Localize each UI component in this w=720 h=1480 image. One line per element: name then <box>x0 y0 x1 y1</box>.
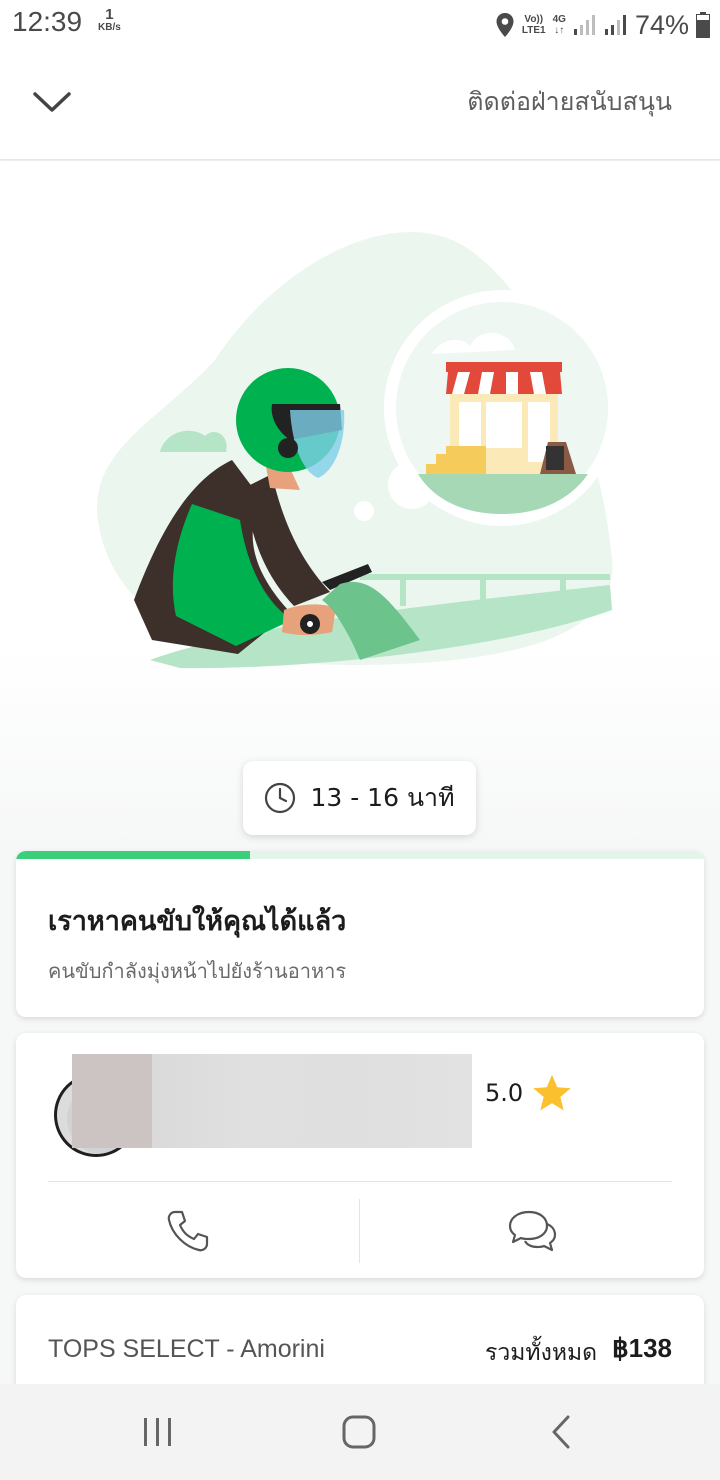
contact-support-link[interactable]: ติดต่อฝ่ายสนับสนุน <box>467 82 672 122</box>
volte-indicator: Vo)) LTE1 <box>522 14 546 36</box>
recent-apps-button[interactable] <box>128 1402 188 1462</box>
driver-info-redacted <box>72 1054 152 1148</box>
volte-top: Vo)) <box>524 14 544 25</box>
data-arrows-icon: ↓↑ <box>554 25 565 36</box>
driver-card: 5.0 <box>16 1033 704 1278</box>
driver-illustration <box>0 161 720 851</box>
clock-icon <box>265 782 296 814</box>
battery-level: 74% <box>634 9 689 40</box>
card-divider <box>48 1181 672 1182</box>
back-icon <box>552 1415 570 1449</box>
total-amount: ฿138 <box>612 1333 672 1363</box>
home-button[interactable] <box>329 1402 389 1462</box>
order-progress-track <box>16 851 704 859</box>
collapse-button[interactable] <box>26 76 78 128</box>
rating-value: 5.0 <box>485 1079 524 1107</box>
status-bar: 12:39 1 KB/s Vo)) LTE1 4G ↓↑ 74% <box>0 0 720 52</box>
volte-bottom: LTE1 <box>521 25 546 36</box>
network-speed-value: 1 <box>105 6 114 23</box>
battery-icon <box>696 12 710 38</box>
home-icon <box>342 1415 376 1449</box>
network-type: 4G ↓↑ <box>553 14 566 36</box>
network-speed-unit: KB/s <box>98 22 121 33</box>
order-progress-fill <box>16 851 250 859</box>
signal-icon <box>573 15 595 35</box>
back-button[interactable] <box>531 1402 591 1462</box>
status-time: 12:39 <box>12 6 83 37</box>
star-icon <box>533 1074 571 1111</box>
merchant-name: TOPS SELECT - Amorini <box>48 1335 325 1363</box>
status-title: เราหาคนขับให้คุณได้แล้ว <box>48 906 347 937</box>
location-icon <box>496 13 514 37</box>
chat-driver-button[interactable] <box>360 1183 704 1278</box>
order-status-card: เราหาคนขับให้คุณได้แล้ว คนขับกำลังมุ่งหน… <box>16 851 704 1017</box>
network-type-label: 4G <box>552 14 566 25</box>
recent-apps-icon <box>144 1418 171 1446</box>
chevron-down-icon <box>33 92 71 112</box>
signal-2-icon <box>604 15 626 35</box>
eta-badge: 13 - 16 นาที <box>243 761 476 835</box>
eta-text: 13 - 16 นาที <box>310 783 455 812</box>
call-driver-button[interactable] <box>16 1183 359 1278</box>
phone-icon <box>167 1210 208 1251</box>
chat-icon <box>508 1210 557 1251</box>
network-speed: 1 KB/s <box>98 6 121 33</box>
system-nav-bar <box>0 1384 720 1480</box>
driver-name-redacted <box>152 1054 472 1148</box>
top-bar: ติดต่อฝ่ายสนับสนุน <box>0 52 720 160</box>
status-subtitle: คนขับกำลังมุ่งหน้าไปยังร้านอาหาร <box>48 959 347 983</box>
driver-rating: 5.0 <box>485 1073 573 1113</box>
driver-on-way-illustration <box>97 232 620 669</box>
total-label: รวมทั้งหมด <box>485 1340 598 1366</box>
status-icons: Vo)) LTE1 4G ↓↑ 74% <box>495 8 710 42</box>
